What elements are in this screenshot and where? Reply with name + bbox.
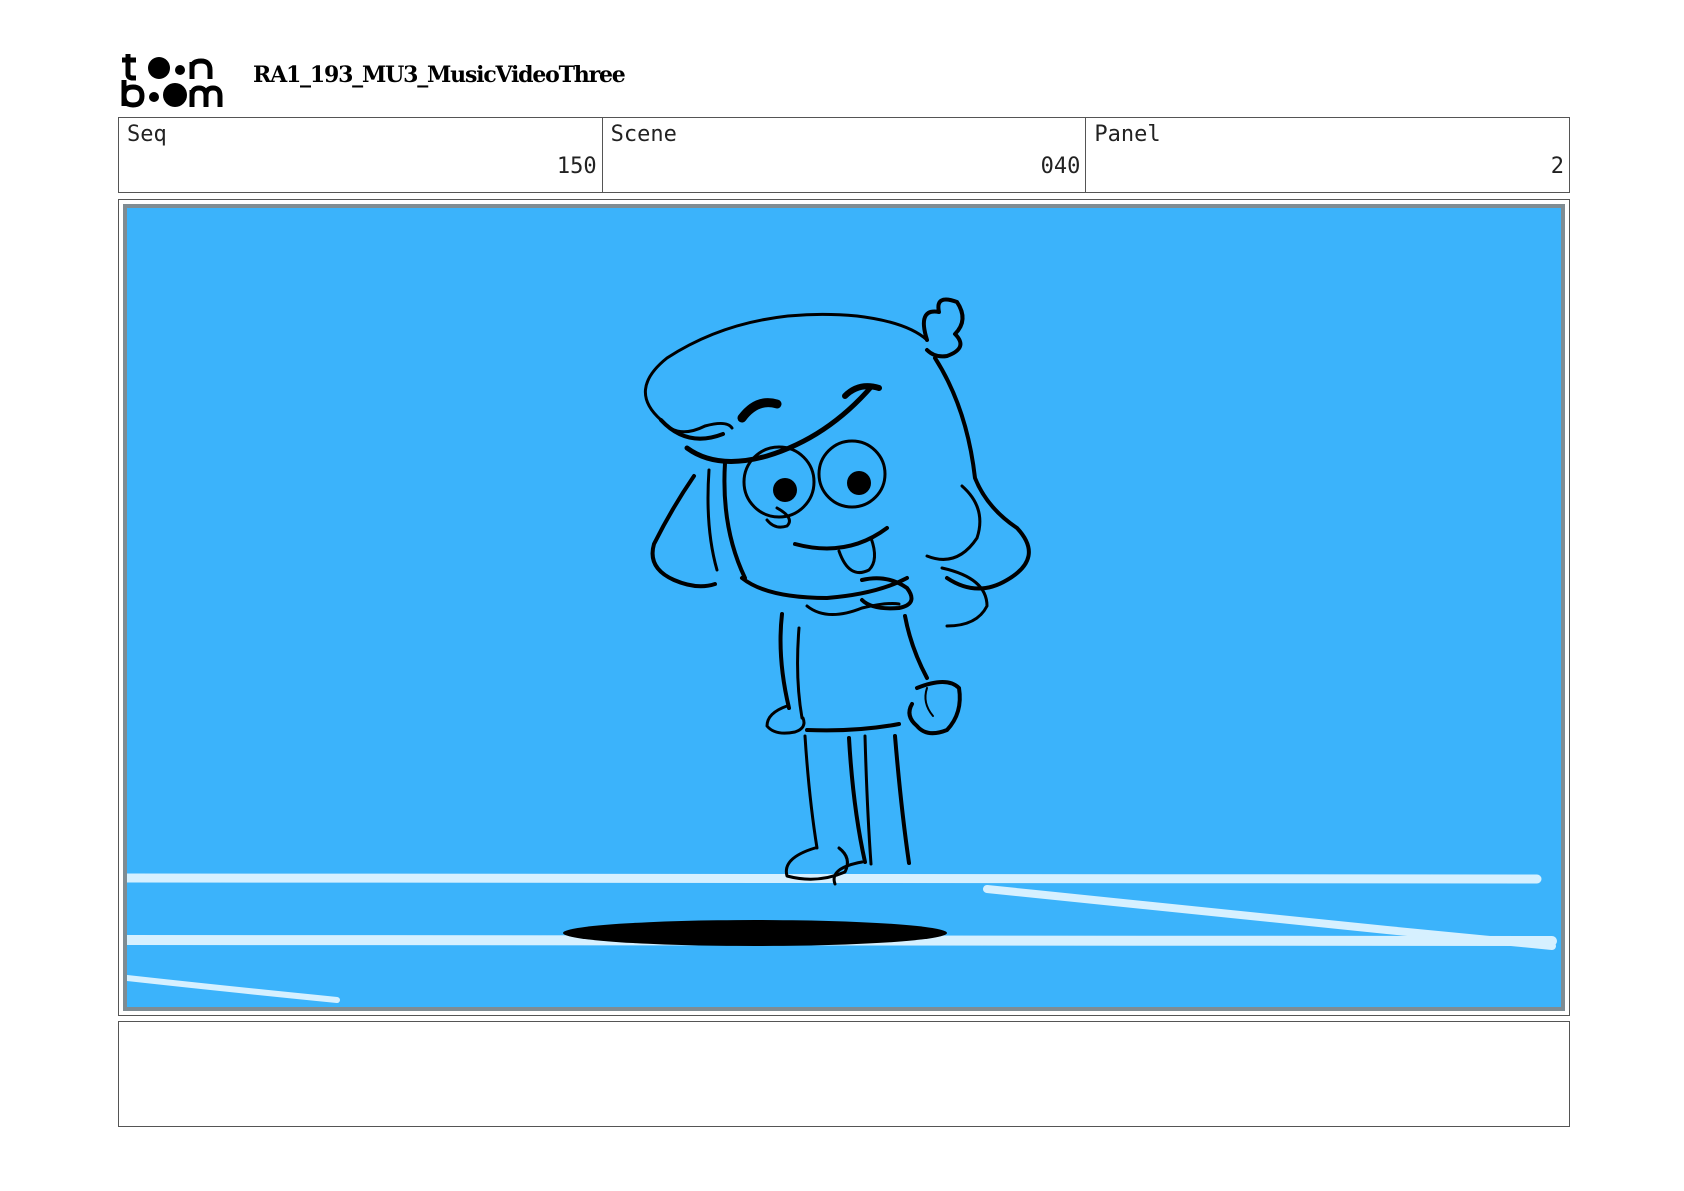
panel-value: 2	[1550, 154, 1565, 179]
panel-cell: Panel 2	[1086, 118, 1569, 192]
scene-value: 040	[1040, 154, 1081, 179]
seq-label: Seq	[127, 122, 167, 147]
project-title: RA1_193_MU3_MusicVideoThree	[253, 62, 626, 88]
storyboard-panel-frame	[118, 199, 1570, 1016]
left-pupil	[773, 478, 797, 502]
character-lines	[644, 297, 1031, 886]
panel-info-table: Seq 150 Scene 040 Panel 2	[118, 117, 1570, 193]
panel-label: Panel	[1094, 122, 1161, 147]
scene-cell: Scene 040	[603, 118, 1087, 192]
toon-boom-logo	[121, 54, 223, 108]
panel-notes-box[interactable]	[118, 1021, 1570, 1127]
storyboard-panel-image	[123, 204, 1565, 1011]
character-shadow	[563, 920, 947, 946]
seq-cell: Seq 150	[119, 118, 603, 192]
seq-value: 150	[556, 154, 597, 179]
right-pupil	[847, 471, 871, 495]
scene-label: Scene	[610, 122, 677, 147]
character-drawing	[127, 297, 1557, 1003]
